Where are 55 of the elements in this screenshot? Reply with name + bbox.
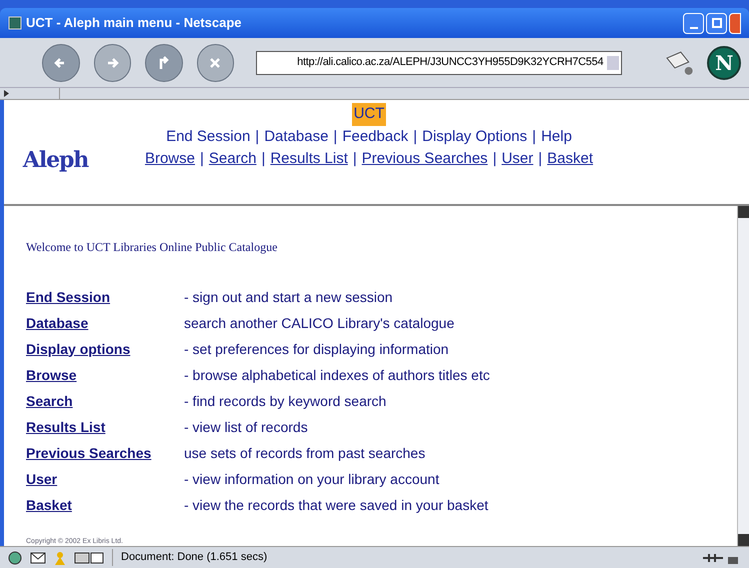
nav-link[interactable]: Feedback <box>342 126 408 148</box>
separator: | <box>333 126 338 146</box>
aleph-logo: Aleph <box>22 146 90 174</box>
menu-link[interactable]: Basket <box>26 494 184 516</box>
mail-icon[interactable] <box>30 552 46 564</box>
menu-link[interactable]: Previous Searches <box>26 442 184 464</box>
menu-description: - browse alphabetical indexes of authors titles etc <box>184 366 490 385</box>
app-icon <box>8 16 22 30</box>
status-text: Document: Done (1.651 secs) <box>112 549 268 566</box>
nav-link[interactable]: Database <box>264 126 328 148</box>
nav-link[interactable]: Results List <box>270 148 348 170</box>
separator: | <box>352 148 357 168</box>
separator: | <box>200 148 204 168</box>
triangle-icon[interactable] <box>4 90 9 97</box>
menu-description: - view list of records <box>184 418 308 436</box>
netscape-logo[interactable]: N <box>707 46 742 80</box>
nav-link[interactable]: Search <box>208 148 256 170</box>
menu-link[interactable]: Browse <box>26 364 184 386</box>
separator: | <box>538 148 542 168</box>
welcome-text: Welcome to UCT Libraries Online Public Catalogue <box>26 239 278 256</box>
menu-description: - sign out and start a new session <box>184 288 393 307</box>
nav-link[interactable]: Help <box>541 126 572 148</box>
url-field[interactable]: http://ali.calico.ac.za/ALEPH/J3UNCC3YH955D9K32YCRH7C554 <box>256 50 622 74</box>
menu-description: - view the records that were saved in your basket <box>184 496 488 515</box>
menu-link[interactable]: Database <box>26 312 184 334</box>
menu-description: use sets of records from past searches <box>184 444 426 463</box>
menu-link[interactable]: Results List <box>26 416 184 438</box>
menu-link[interactable]: Search <box>26 390 184 412</box>
minimize-button[interactable] <box>683 12 704 34</box>
separator: | <box>492 148 497 168</box>
window-title: UCT - Aleph main menu - Netscape <box>26 14 242 32</box>
nav-link[interactable]: Basket <box>547 148 594 170</box>
menu-description: - find records by keyword search <box>184 392 386 411</box>
maximize-button[interactable] <box>706 12 727 34</box>
nav-link[interactable]: End Session <box>166 126 250 148</box>
menu-description: - set preferences for displaying information <box>184 340 449 359</box>
forward-button[interactable] <box>94 44 132 82</box>
separator: | <box>532 126 536 146</box>
stop-button[interactable] <box>196 44 234 82</box>
nav-link[interactable]: User <box>502 148 534 170</box>
menu-link[interactable]: End Session <box>26 286 184 308</box>
menu-link[interactable]: User <box>26 468 184 490</box>
menu-description: search another CALICO Library's catalogue <box>184 314 454 333</box>
menu-link[interactable]: Display options <box>26 338 184 360</box>
nav-link[interactable]: Previous Searches <box>362 148 488 170</box>
nav-link[interactable]: Browse <box>144 148 195 170</box>
separator: | <box>413 126 418 146</box>
separator: | <box>261 148 266 168</box>
back-button[interactable] <box>42 44 80 82</box>
site-label: UCT <box>352 103 386 126</box>
separator: | <box>255 126 260 146</box>
nav-link[interactable]: Display Options <box>422 126 528 148</box>
close-button[interactable] <box>729 12 741 34</box>
reload-button[interactable] <box>145 44 183 82</box>
menu-description: - view information on your library account <box>184 470 440 489</box>
